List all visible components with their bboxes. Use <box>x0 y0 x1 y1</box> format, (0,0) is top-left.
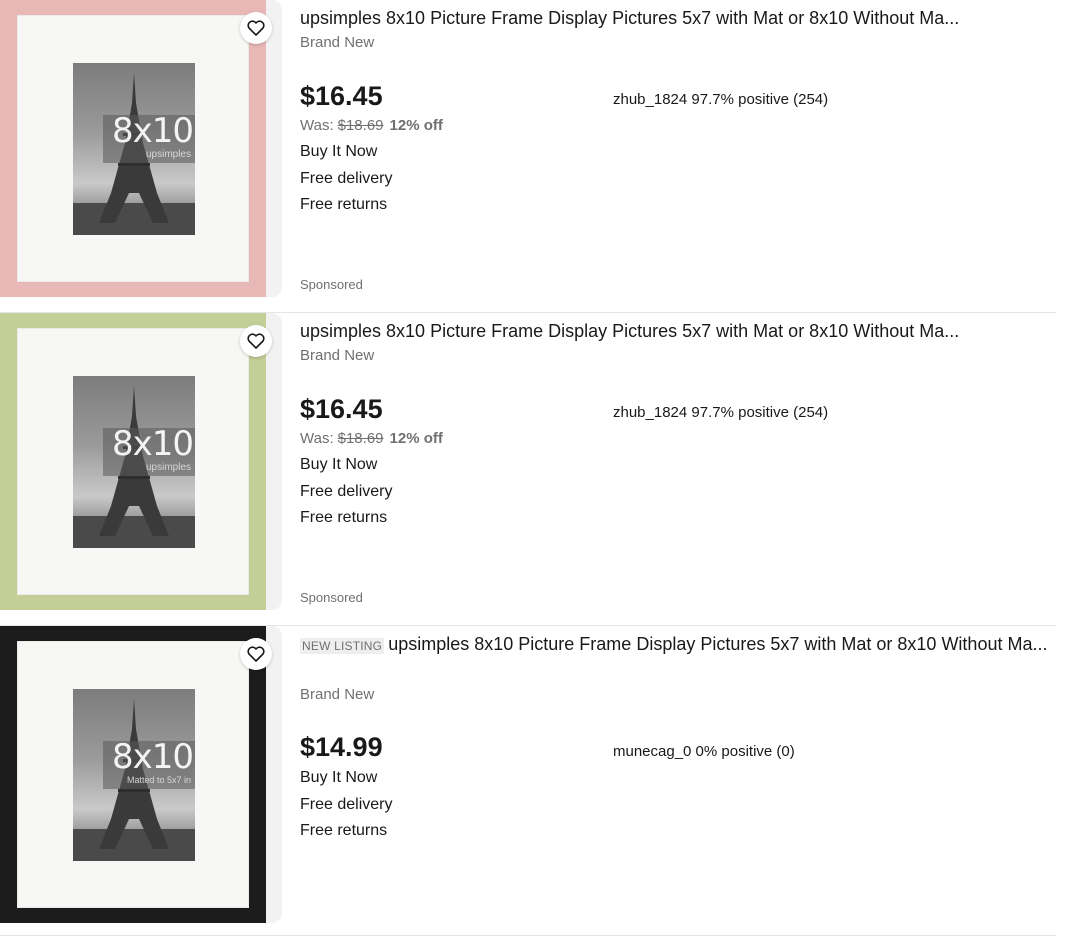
listing-image[interactable]: 8x10 upsimples <box>0 0 282 297</box>
seller-info: munecag_0 0% positive (0) <box>613 743 795 760</box>
watch-button[interactable] <box>240 12 272 44</box>
sponsored-label: Sponsored <box>300 277 363 292</box>
returns-info: Free returns <box>300 196 388 213</box>
eiffel-tower-photo: 8x10 upsimples <box>73 63 195 235</box>
frame-mat: 8x10 Matted to 5x7 in <box>17 641 249 908</box>
listing-image[interactable]: 8x10 upsimples <box>0 313 282 610</box>
watch-button[interactable] <box>240 325 272 357</box>
price: $16.45 <box>300 394 383 424</box>
sponsored-label: Sponsored <box>300 590 363 605</box>
buy-format: Buy It Now <box>300 143 378 160</box>
listing-title-text[interactable]: upsimples 8x10 Picture Frame Display Pic… <box>300 321 959 341</box>
delivery-info: Free delivery <box>300 170 393 187</box>
listing-title[interactable]: upsimples 8x10 Picture Frame Display Pic… <box>300 6 1055 31</box>
image-size-label: 8x10 <box>111 111 194 151</box>
heart-icon <box>247 20 265 36</box>
listing-title[interactable]: upsimples 8x10 Picture Frame Display Pic… <box>300 319 1055 344</box>
heart-icon <box>247 333 265 349</box>
seller-info: zhub_1824 97.7% positive (254) <box>613 91 829 108</box>
discount-label: 12% off <box>389 117 443 134</box>
buy-format: Buy It Now <box>300 456 378 473</box>
listing-item: 8x10 upsimples upsimples 8x10 Picture Fr… <box>0 313 1056 626</box>
was-label: Was: <box>300 430 334 447</box>
frame-image: 8x10 upsimples <box>0 313 266 610</box>
frame-image: 8x10 Matted to 5x7 in <box>0 626 266 923</box>
image-sublabel: Matted to 5x7 in <box>126 775 191 785</box>
frame-mat: 8x10 upsimples <box>17 15 249 282</box>
was-price-row: Was: $18.69 12% off <box>300 117 443 134</box>
returns-info: Free returns <box>300 822 388 839</box>
listing-item: 8x10 upsimples upsimples 8x10 Picture Fr… <box>0 0 1056 313</box>
price: $14.99 <box>300 732 383 762</box>
buy-format: Buy It Now <box>300 769 378 786</box>
listing-item: 8x10 Matted to 5x7 in NEW LISTING upsimpl… <box>0 626 1056 936</box>
condition-label: Brand New <box>300 347 375 364</box>
seller-info: zhub_1824 97.7% positive (254) <box>613 404 829 421</box>
divider <box>0 935 1056 936</box>
listing-title[interactable]: NEW LISTING upsimples 8x10 Picture Frame … <box>300 632 1055 659</box>
was-price-row: Was: $18.69 12% off <box>300 430 443 447</box>
was-label: Was: <box>300 117 334 134</box>
eiffel-tower-photo: 8x10 upsimples <box>73 376 195 548</box>
listing-image[interactable]: 8x10 Matted to 5x7 in <box>0 626 282 923</box>
image-sublabel: upsimples <box>145 462 191 473</box>
image-size-label: 8x10 <box>111 424 194 464</box>
condition-label: Brand New <box>300 34 375 51</box>
eiffel-tower-photo: 8x10 Matted to 5x7 in <box>73 689 195 861</box>
discount-label: 12% off <box>389 430 443 447</box>
watch-button[interactable] <box>240 638 272 670</box>
heart-icon <box>247 646 265 662</box>
listing-title-text[interactable]: upsimples 8x10 Picture Frame Display Pic… <box>388 634 1047 654</box>
was-price: $18.69 <box>337 430 384 447</box>
image-sublabel: upsimples <box>145 149 191 160</box>
delivery-info: Free delivery <box>300 483 393 500</box>
returns-info: Free returns <box>300 509 388 526</box>
was-price: $18.69 <box>337 117 384 134</box>
listing-title-text[interactable]: upsimples 8x10 Picture Frame Display Pic… <box>300 8 959 28</box>
delivery-info: Free delivery <box>300 796 393 813</box>
condition-label: Brand New <box>300 686 375 703</box>
frame-image: 8x10 upsimples <box>0 0 266 297</box>
price: $16.45 <box>300 81 383 111</box>
frame-mat: 8x10 upsimples <box>17 328 249 595</box>
new-listing-badge: NEW LISTING <box>300 638 385 654</box>
image-size-label: 8x10 <box>111 737 194 777</box>
